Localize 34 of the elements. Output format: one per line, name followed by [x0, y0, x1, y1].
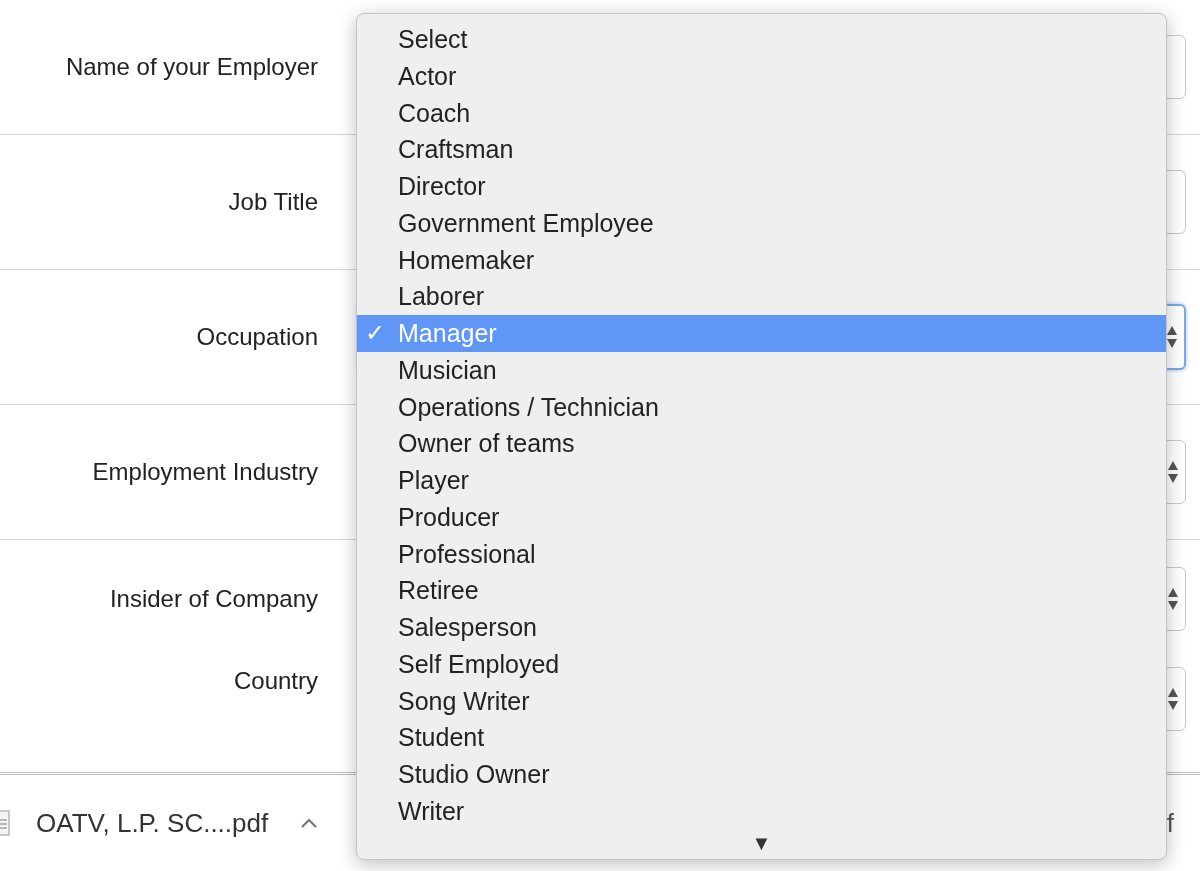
- up-down-arrows-icon: [1167, 459, 1179, 485]
- menu-option[interactable]: Player: [357, 462, 1166, 499]
- field-label: Employment Industry: [91, 458, 318, 486]
- menu-option[interactable]: Select: [357, 21, 1166, 58]
- menu-option[interactable]: Director: [357, 168, 1166, 205]
- menu-option[interactable]: Laborer: [357, 278, 1166, 315]
- up-down-arrows-icon: [1167, 686, 1179, 712]
- field-label: Country: [232, 667, 318, 695]
- menu-option[interactable]: Homemaker: [357, 241, 1166, 279]
- scroll-down-arrow[interactable]: ▼: [751, 831, 772, 855]
- menu-option[interactable]: Salesperson: [357, 609, 1166, 646]
- menu-option[interactable]: Writer: [357, 792, 1166, 830]
- bar-text[interactable]: f: [1166, 807, 1174, 839]
- menu-option[interactable]: Producer: [357, 498, 1166, 536]
- menu-option[interactable]: Government Employee: [357, 204, 1166, 242]
- up-down-arrows-icon: [1166, 324, 1178, 350]
- menu-option[interactable]: Musician: [357, 351, 1166, 389]
- menu-option[interactable]: Actor: [357, 57, 1166, 95]
- file-name[interactable]: OATV, L.P. SC....pdf: [36, 807, 269, 839]
- field-label: Occupation: [195, 323, 318, 351]
- menu-option[interactable]: Professional: [357, 535, 1166, 573]
- field-label: Job Title: [227, 188, 318, 216]
- field-label: Name of your Employer: [64, 53, 318, 81]
- menu-option[interactable]: Retiree: [357, 572, 1166, 609]
- field-label: Insider of Company: [108, 584, 318, 613]
- menu-option[interactable]: Owner of teams: [357, 425, 1166, 462]
- caret-up-icon[interactable]: [300, 817, 319, 829]
- menu-option[interactable]: Operations / Technician: [357, 388, 1166, 426]
- menu-option[interactable]: Coach: [357, 94, 1166, 132]
- menu-option[interactable]: Self Employed: [357, 645, 1166, 683]
- menu-option[interactable]: Student: [357, 719, 1166, 756]
- menu-option[interactable]: Studio Owner: [357, 756, 1166, 793]
- menu-option[interactable]: Song Writer: [357, 682, 1166, 720]
- menu-option[interactable]: Craftsman: [357, 131, 1166, 168]
